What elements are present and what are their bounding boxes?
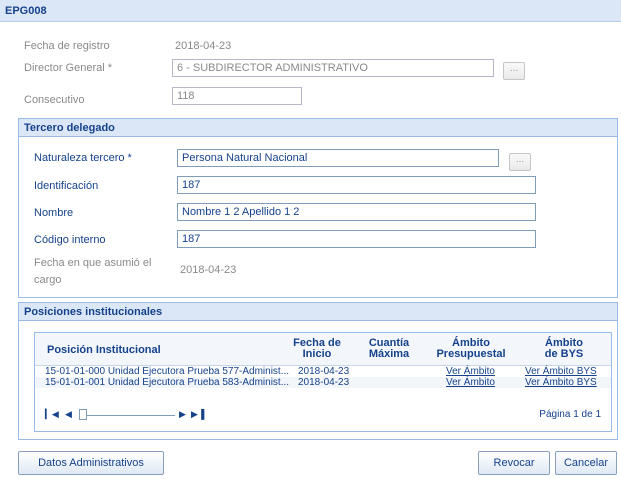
window-title: EPG008: [0, 0, 621, 22]
codigo-interno-field[interactable]: 187: [177, 230, 536, 248]
col-ambito-bys-line2: de BYS: [544, 348, 584, 360]
fecha-asumio-cargo-value: 2018-04-23: [180, 264, 237, 276]
table-row[interactable]: 15-01-01-001 Unidad Ejecutora Prueba 583…: [35, 377, 611, 388]
naturaleza-tercero-field[interactable]: Persona Natural Nacional: [177, 149, 499, 167]
grid-header: Posición Institucional Fecha de Inicio C…: [35, 333, 611, 366]
director-general-label: Director General *: [24, 62, 113, 74]
last-page-icon[interactable]: ▶▐: [191, 409, 204, 420]
naturaleza-tercero-label: Naturaleza tercero *: [34, 152, 132, 164]
codigo-interno-label: Código interno: [34, 234, 106, 246]
col-fecha-inicio[interactable]: Fecha de Inicio: [287, 338, 347, 360]
ver-ambito-link[interactable]: Ver Ámbito: [446, 377, 495, 388]
revocar-button[interactable]: Revocar: [478, 451, 550, 475]
director-general-field[interactable]: 6 - SUBDIRECTOR ADMINISTRATIVO: [172, 59, 494, 77]
consecutivo-field[interactable]: 118: [172, 87, 302, 105]
tercero-delegado-header: Tercero delegado: [19, 119, 617, 137]
first-page-icon[interactable]: ▎◀: [45, 409, 59, 420]
col-cuantia-line2: Máxima: [368, 348, 410, 360]
table-row[interactable]: 15-01-01-000 Unidad Ejecutora Prueba 577…: [35, 366, 611, 377]
datos-administrativos-button[interactable]: Datos Administrativos: [18, 451, 164, 475]
fecha-asumio-cargo-label: Fecha en que asumió el cargo: [34, 255, 151, 289]
ver-ambito-bys-link[interactable]: Ver Ámbito BYS: [525, 377, 597, 388]
nombre-label: Nombre: [34, 207, 74, 219]
posiciones-grid: Posición Institucional Fecha de Inicio C…: [34, 332, 612, 432]
row-fecha: 2018-04-23: [298, 366, 350, 377]
fecha-registro-label: Fecha de registro: [24, 40, 110, 52]
page-indicator: Página 1 de 1: [539, 409, 601, 420]
pager-slider-thumb[interactable]: [79, 409, 87, 420]
fecha-registro-value: 2018-04-23: [175, 40, 232, 52]
row-fecha: 2018-04-23: [298, 377, 350, 388]
prev-page-icon[interactable]: ◀: [65, 409, 72, 420]
consecutivo-label: Consecutivo: [24, 94, 85, 106]
next-page-icon[interactable]: ▶: [179, 409, 186, 420]
naturaleza-lookup-button[interactable]: ...: [509, 153, 531, 171]
pager-slider-track[interactable]: [87, 415, 175, 416]
col-posicion[interactable]: Posición Institucional: [47, 345, 161, 356]
col-ambito-bys[interactable]: Ámbito de BYS: [527, 338, 601, 360]
fecha-asumio-label-line1: Fecha en que asumió el: [34, 257, 152, 269]
col-cuantia-maxima[interactable]: Cuantía Máxima: [363, 338, 415, 360]
col-ambito-presupuestal[interactable]: Ámbito Presupuestal: [431, 338, 511, 360]
cancelar-button[interactable]: Cancelar: [555, 451, 617, 475]
ver-ambito-bys-link[interactable]: Ver Ámbito BYS: [525, 366, 597, 377]
pager-controls: ▎◀ ◀ ▶ ▶▐: [45, 409, 205, 423]
row-posicion: 15-01-01-001 Unidad Ejecutora Prueba 583…: [45, 377, 290, 388]
nombre-field[interactable]: Nombre 1 2 Apellido 1 2: [177, 203, 536, 221]
row-posicion: 15-01-01-000 Unidad Ejecutora Prueba 577…: [45, 366, 290, 377]
director-lookup-button[interactable]: ...: [503, 62, 525, 80]
col-fecha-line2: Inicio: [302, 348, 332, 360]
col-ambito-pres-line2: Presupuestal: [436, 348, 506, 360]
ver-ambito-link[interactable]: Ver Ámbito: [446, 366, 495, 377]
identificacion-label: Identificación: [34, 180, 99, 192]
fecha-asumio-label-line2: cargo: [34, 274, 62, 286]
identificacion-field[interactable]: 187: [177, 176, 536, 194]
posiciones-institucionales-header: Posiciones institucionales: [19, 303, 617, 321]
